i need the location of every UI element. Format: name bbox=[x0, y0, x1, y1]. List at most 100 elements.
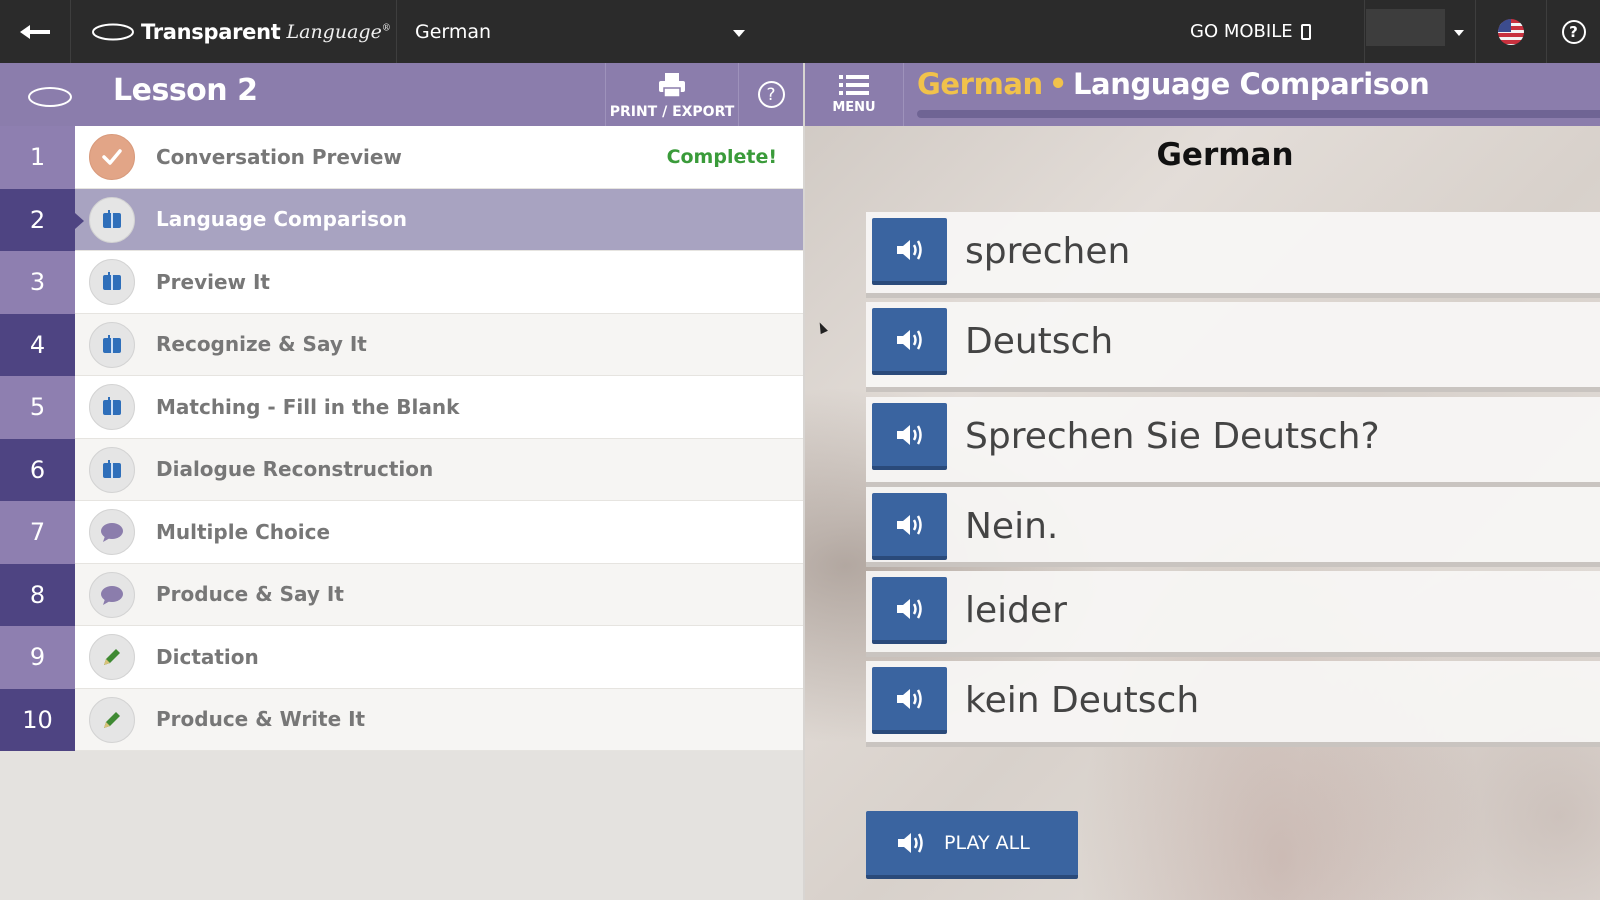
activity-row-body: Preview It bbox=[75, 251, 803, 314]
activity-number: 6 bbox=[0, 438, 75, 501]
play-audio-button[interactable] bbox=[872, 308, 947, 375]
activity-row[interactable]: 5 Matching - Fill in the Blank bbox=[0, 376, 803, 439]
book-icon bbox=[89, 196, 135, 243]
activity-row[interactable]: 9 Dictation bbox=[0, 626, 803, 689]
play-all-button[interactable]: PLAY ALL bbox=[866, 811, 1078, 879]
activity-number: 9 bbox=[0, 626, 75, 689]
word-text: leider bbox=[965, 589, 1067, 631]
speaker-icon bbox=[898, 833, 923, 853]
chevron-down-icon bbox=[733, 30, 745, 37]
word-list: sprechen Deutsch Sprechen Sie Deutsch? Nein… bbox=[866, 212, 1600, 778]
activity-row-body: Recognize & Say It bbox=[75, 313, 803, 376]
speaker-icon bbox=[896, 688, 922, 709]
book-icon bbox=[89, 321, 135, 368]
activity-label: Dictation bbox=[156, 644, 259, 669]
book-icon bbox=[89, 446, 135, 493]
word-item: leider bbox=[866, 571, 1600, 657]
language-select[interactable]: German bbox=[397, 0, 767, 63]
activity-number: 4 bbox=[0, 313, 75, 376]
go-mobile-button[interactable]: GO MOBILE bbox=[1190, 0, 1364, 63]
activity-row[interactable]: 4 Recognize & Say It bbox=[0, 313, 803, 376]
activity-title-language: German bbox=[917, 67, 1043, 101]
activity-label: Matching - Fill in the Blank bbox=[156, 394, 460, 419]
play-audio-button[interactable] bbox=[872, 218, 947, 285]
top-bar: Transparent Language® German GO MOBILE ? bbox=[0, 0, 1600, 63]
activity-row[interactable]: 3 Preview It bbox=[0, 251, 803, 314]
activity-number: 1 bbox=[0, 126, 75, 189]
mobile-phone-icon bbox=[1300, 23, 1311, 40]
help-button[interactable]: ? bbox=[1547, 0, 1600, 63]
activity-label: Preview It bbox=[156, 269, 270, 294]
oval-logo-icon bbox=[92, 23, 134, 40]
speech-bubble-icon bbox=[89, 509, 135, 555]
word-item: kein Deutsch bbox=[866, 661, 1600, 747]
activity-row-body: Language Comparison bbox=[75, 188, 803, 251]
user-field bbox=[1366, 9, 1445, 46]
word-item: Nein. bbox=[866, 487, 1600, 567]
us-flag-icon bbox=[1498, 18, 1524, 45]
activity-title: German • Language Comparison bbox=[917, 67, 1430, 101]
menu-button[interactable]: MENU bbox=[805, 63, 904, 126]
activity-label: Dialogue Reconstruction bbox=[156, 457, 434, 482]
word-item: Deutsch bbox=[866, 302, 1600, 392]
pencil-icon bbox=[89, 634, 135, 680]
play-audio-button[interactable] bbox=[872, 403, 947, 470]
activity-number: 3 bbox=[0, 251, 75, 314]
speech-bubble-icon bbox=[89, 571, 135, 618]
activity-row[interactable]: 1 Conversation Preview Complete! bbox=[0, 126, 803, 189]
activity-row-body: Produce & Say It bbox=[75, 563, 803, 626]
language-select-value: German bbox=[415, 20, 492, 43]
activity-number: 2 bbox=[0, 188, 75, 251]
activity-row[interactable]: 7 Multiple Choice bbox=[0, 501, 803, 564]
check-icon bbox=[89, 134, 135, 180]
go-mobile-label: GO MOBILE bbox=[1190, 21, 1293, 42]
play-audio-button[interactable] bbox=[872, 667, 947, 734]
speaker-icon bbox=[896, 424, 922, 445]
word-item: Sprechen Sie Deutsch? bbox=[866, 397, 1600, 487]
brand-name: Transparent bbox=[141, 19, 281, 44]
activity-row[interactable]: 6 Dialogue Reconstruction bbox=[0, 438, 803, 501]
menu-list-icon bbox=[839, 75, 869, 95]
play-audio-button[interactable] bbox=[872, 577, 947, 644]
activity-number: 5 bbox=[0, 376, 75, 439]
oval-logo-icon bbox=[28, 87, 72, 107]
help-icon: ? bbox=[757, 81, 785, 108]
lesson-help-button[interactable]: ? bbox=[739, 63, 803, 126]
progress-bar bbox=[917, 110, 1600, 118]
lesson-title: Lesson 2 bbox=[113, 73, 258, 108]
activity-panel: MENU German • Language Comparison German s… bbox=[805, 63, 1600, 900]
printer-icon bbox=[659, 73, 685, 98]
activity-row[interactable]: 8 Produce & Say It bbox=[0, 563, 803, 626]
chevron-down-icon bbox=[1454, 30, 1464, 36]
activity-number: 7 bbox=[0, 501, 75, 564]
word-item: sprechen bbox=[866, 212, 1600, 298]
word-text: Deutsch bbox=[965, 320, 1114, 362]
user-dropdown[interactable] bbox=[1364, 0, 1476, 63]
word-text: Nein. bbox=[965, 505, 1059, 547]
list-empty-area bbox=[0, 751, 803, 900]
interface-language-button[interactable] bbox=[1476, 0, 1547, 63]
activity-number: 10 bbox=[0, 688, 75, 751]
pencil-icon bbox=[89, 696, 135, 743]
speaker-icon bbox=[896, 514, 922, 535]
play-audio-button[interactable] bbox=[872, 493, 947, 560]
book-icon bbox=[89, 259, 135, 305]
speaker-icon bbox=[896, 239, 922, 260]
activity-row[interactable]: 2 Language Comparison bbox=[0, 188, 803, 251]
title-separator: • bbox=[1048, 67, 1068, 101]
back-button[interactable] bbox=[0, 0, 71, 63]
word-text: Sprechen Sie Deutsch? bbox=[965, 415, 1380, 457]
play-all-label: PLAY ALL bbox=[944, 832, 1030, 854]
column-title: German bbox=[1156, 137, 1294, 173]
word-text: sprechen bbox=[965, 230, 1131, 272]
activity-row-body: Matching - Fill in the Blank bbox=[75, 376, 803, 439]
activity-row[interactable]: 10 Produce & Write It bbox=[0, 688, 803, 751]
activity-list: 1 Conversation Preview Complete! 2 Language … bbox=[0, 126, 803, 751]
print-export-button[interactable]: PRINT / EXPORT bbox=[605, 63, 739, 126]
activity-header: MENU German • Language Comparison bbox=[805, 63, 1600, 126]
menu-label: MENU bbox=[832, 100, 876, 115]
activity-label: Produce & Say It bbox=[156, 582, 344, 607]
word-text: kein Deutsch bbox=[965, 679, 1200, 721]
arrow-left-icon bbox=[20, 24, 50, 39]
activity-label: Conversation Preview bbox=[156, 144, 402, 169]
